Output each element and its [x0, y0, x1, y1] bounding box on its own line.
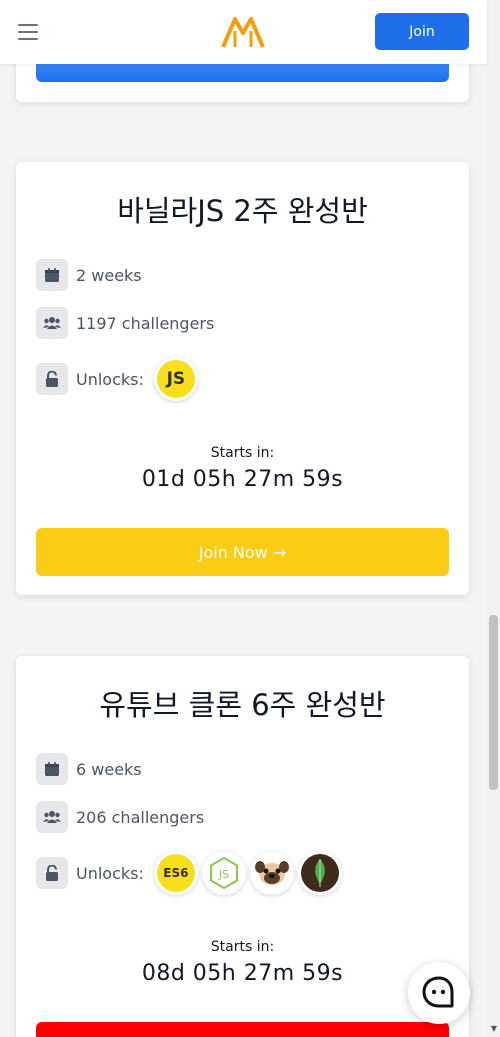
unlocks-label: Unlocks:	[76, 369, 144, 389]
join-now-button[interactable]	[36, 1022, 449, 1037]
chat-support-button[interactable]	[408, 962, 470, 1024]
duration-row: 2 weeks	[36, 259, 142, 291]
course-title: 유튜브 클론 6주 완성반	[99, 688, 386, 722]
unlocks-label: Unlocks:	[76, 863, 144, 883]
es6-badge: ES6	[153, 851, 198, 895]
unlocks-row: Unlocks: JS	[36, 357, 202, 401]
starts-in-label: Starts in:	[210, 939, 275, 955]
duration-text: 6 weeks	[76, 759, 142, 779]
challengers-text: 206 challengers	[76, 807, 205, 827]
course-card: 바닐라JS 2주 완성반 2 weeks 1197 challengers Un…	[16, 162, 469, 595]
hamburger-menu-icon[interactable]	[18, 24, 38, 40]
unlocks-row: Unlocks: ES6 JS	[36, 851, 346, 895]
svg-text:JS: JS	[218, 868, 229, 881]
course-card: 유튜브 클론 6주 완성반 6 weeks 206 challengers Un…	[16, 656, 469, 1037]
mongodb-icon	[297, 851, 342, 895]
join-now-button[interactable]: Join Now →	[36, 528, 449, 576]
countdown-timer: 08d 05h 27m 59s	[141, 961, 344, 986]
starts-in-label: Starts in:	[210, 445, 275, 461]
scroll-down-arrow-icon[interactable]: ▼	[491, 1024, 497, 1033]
join-button[interactable]: Join	[375, 13, 469, 50]
pug-icon	[249, 851, 294, 895]
lock-icon	[36, 363, 68, 395]
js-badge: JS	[153, 357, 198, 401]
users-icon	[36, 801, 68, 833]
chat-bubble-icon	[422, 976, 454, 1008]
top-navbar: Join	[0, 0, 487, 64]
nodejs-icon: JS	[201, 851, 246, 895]
duration-row: 6 weeks	[36, 753, 142, 785]
challengers-row: 206 challengers	[36, 801, 204, 833]
challengers-text: 1197 challengers	[76, 313, 215, 333]
challengers-row: 1197 challengers	[36, 307, 214, 339]
duration-text: 2 weeks	[76, 265, 142, 285]
calendar-icon	[36, 259, 68, 291]
nomad-logo[interactable]	[221, 15, 265, 49]
lock-icon	[36, 857, 68, 889]
users-icon	[36, 307, 68, 339]
scrollbar-thumb[interactable]	[489, 615, 498, 790]
page-scrollbar[interactable]: ▼	[487, 0, 500, 1037]
countdown-timer: 01d 05h 27m 59s	[141, 467, 344, 492]
calendar-icon	[36, 753, 68, 785]
course-title: 바닐라JS 2주 완성반	[117, 194, 368, 228]
